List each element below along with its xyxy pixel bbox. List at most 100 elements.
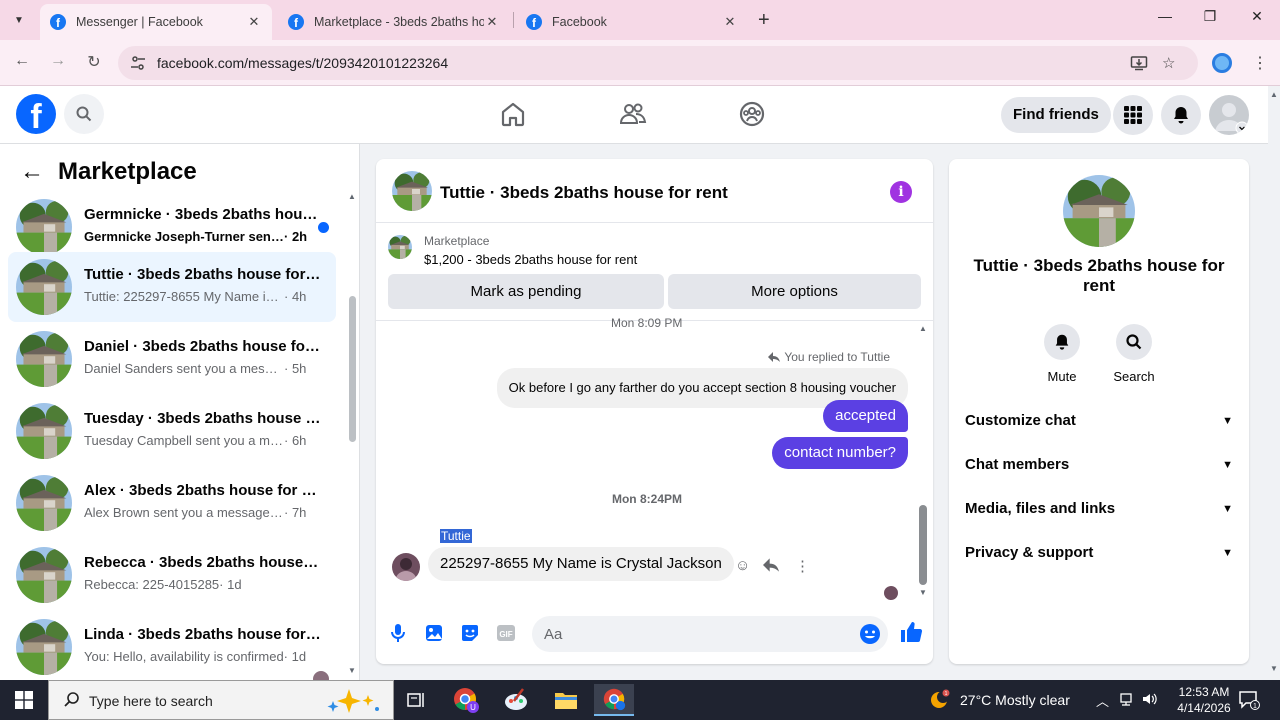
friends-icon[interactable] bbox=[619, 100, 647, 128]
snippet-time: · 1d bbox=[219, 577, 242, 592]
listing-price[interactable]: $1,200 - 3beds 2baths house for rent bbox=[424, 252, 637, 267]
install-app-icon[interactable] bbox=[1130, 54, 1148, 76]
scroll-up-icon[interactable]: ▲ bbox=[919, 324, 927, 333]
outgoing-message[interactable]: accepted bbox=[823, 400, 908, 432]
tab-messenger[interactable]: f Messenger | Facebook ✕ bbox=[40, 4, 272, 40]
tab-search-menu[interactable]: ▼ bbox=[8, 9, 30, 31]
close-tab-icon[interactable]: ✕ bbox=[722, 14, 738, 30]
tab-marketplace[interactable]: f Marketplace - 3beds 2baths ho ✕ bbox=[278, 4, 510, 40]
new-tab-button[interactable]: + bbox=[758, 10, 770, 30]
taskbar-search-box[interactable]: Type here to search bbox=[48, 680, 394, 720]
paint-app-icon[interactable] bbox=[496, 684, 536, 716]
privacy-support-section[interactable]: Privacy & support ▼ bbox=[965, 533, 1233, 573]
scroll-down-icon[interactable]: ▼ bbox=[919, 588, 927, 597]
extension-icon[interactable] bbox=[1212, 53, 1232, 73]
notifications-button[interactable] bbox=[1161, 95, 1201, 135]
message-input[interactable] bbox=[544, 616, 844, 652]
close-tab-icon[interactable]: ✕ bbox=[246, 14, 262, 30]
reload-button[interactable]: ↻ bbox=[83, 52, 105, 72]
search-facebook-button[interactable] bbox=[64, 94, 104, 134]
listing-thumbnail[interactable] bbox=[388, 235, 412, 259]
forward-button[interactable]: → bbox=[47, 52, 69, 70]
listing-thumbnail[interactable] bbox=[392, 171, 432, 211]
sticker-icon[interactable] bbox=[459, 622, 481, 644]
chat-header: Tuttie · 3beds 2baths house for rent i bbox=[376, 159, 933, 223]
chat-title[interactable]: Tuttie · 3beds 2baths house for rent bbox=[440, 183, 728, 203]
weather-icon[interactable]: 1 bbox=[928, 688, 952, 717]
file-explorer-icon[interactable] bbox=[546, 684, 586, 716]
gif-icon[interactable]: GIF bbox=[495, 622, 517, 644]
scroll-down-icon[interactable]: ▼ bbox=[348, 666, 356, 675]
start-button[interactable] bbox=[0, 680, 48, 720]
conversation-item[interactable]: Daniel · 3beds 2baths house for rent Dani… bbox=[8, 324, 336, 394]
conversation-item[interactable]: Tuttie · 3beds 2baths house for rent Tutt… bbox=[8, 252, 336, 322]
notification-center-icon[interactable]: 1 bbox=[1238, 690, 1260, 715]
show-hidden-icons-icon[interactable]: ︿ bbox=[1096, 691, 1109, 710]
menu-grid-button[interactable] bbox=[1113, 95, 1153, 135]
conversation-item[interactable]: Linda · 3beds 2baths house for rent You: … bbox=[8, 612, 336, 687]
mark-as-pending-button[interactable]: Mark as pending bbox=[388, 274, 664, 309]
message-more-icon[interactable]: ⋮ bbox=[795, 557, 810, 575]
site-settings-icon[interactable] bbox=[130, 55, 146, 74]
browser-menu-icon[interactable]: ⋮ bbox=[1252, 53, 1268, 73]
react-smiley-icon[interactable]: ☺ bbox=[735, 557, 750, 574]
home-icon[interactable] bbox=[499, 100, 527, 128]
tab-facebook[interactable]: f Facebook ✕ bbox=[516, 4, 748, 40]
groups-icon[interactable] bbox=[738, 100, 766, 128]
media-files-links-section[interactable]: Media, files and links ▼ bbox=[965, 489, 1233, 529]
account-avatar-button[interactable] bbox=[1209, 95, 1249, 135]
scroll-up-icon[interactable]: ▲ bbox=[348, 192, 356, 201]
back-button[interactable]: ← bbox=[11, 52, 33, 70]
sidebar-scrollbar[interactable]: ▲ ▼ bbox=[346, 192, 358, 678]
more-options-button[interactable]: More options bbox=[668, 274, 921, 309]
reply-icon[interactable] bbox=[763, 557, 779, 577]
search-in-chat-button[interactable]: Search bbox=[1104, 324, 1164, 384]
message-timestamp: Mon 8:24PM bbox=[611, 492, 682, 506]
network-icon[interactable] bbox=[1118, 691, 1134, 710]
minimize-button[interactable]: — bbox=[1153, 8, 1177, 24]
customize-chat-section[interactable]: Customize chat ▼ bbox=[965, 401, 1233, 441]
bookmark-star-icon[interactable]: ☆ bbox=[1162, 54, 1175, 72]
close-tab-icon[interactable]: ✕ bbox=[484, 14, 500, 30]
listing-profile-image[interactable] bbox=[1063, 175, 1135, 247]
scrollbar-thumb[interactable] bbox=[919, 505, 927, 585]
close-window-button[interactable]: ✕ bbox=[1245, 8, 1269, 25]
conversation-item[interactable]: Rebecca · 3beds 2baths house for rent Reb… bbox=[8, 540, 336, 610]
chat-scrollbar[interactable]: ▲ ▼ bbox=[916, 322, 930, 603]
conversation-snippet: Daniel Sanders sent you a message about … bbox=[84, 361, 320, 376]
thumbs-up-icon[interactable] bbox=[899, 620, 923, 643]
task-view-icon[interactable] bbox=[396, 684, 436, 716]
chrome-profile-icon[interactable]: U bbox=[446, 684, 486, 716]
outgoing-message[interactable]: contact number? bbox=[772, 437, 908, 469]
sender-avatar[interactable] bbox=[392, 553, 420, 581]
photo-icon[interactable] bbox=[423, 622, 445, 644]
conversation-item[interactable]: Alex · 3beds 2baths house for rent Alex B… bbox=[8, 468, 336, 538]
message-input-box[interactable] bbox=[532, 616, 888, 652]
emoji-icon[interactable] bbox=[859, 623, 881, 650]
profile-avatar-icon bbox=[1215, 103, 1249, 135]
listing-thumbnail bbox=[16, 199, 72, 255]
find-friends-button[interactable]: Find friends bbox=[1001, 97, 1111, 133]
conversation-item[interactable]: Tuesday · 3beds 2baths house for rent Tue… bbox=[8, 396, 336, 466]
mute-button[interactable]: Mute bbox=[1032, 324, 1092, 384]
reply-indicator-label: You replied to Tuttie bbox=[784, 350, 890, 364]
incoming-message[interactable]: 225297-8655 My Name is Crystal Jackson bbox=[428, 547, 734, 581]
svg-text:U: U bbox=[470, 703, 476, 712]
info-icon[interactable]: i bbox=[890, 181, 912, 203]
microphone-icon[interactable] bbox=[387, 622, 409, 644]
address-bar[interactable]: facebook.com/messages/t/2093420101223264… bbox=[118, 46, 1198, 80]
scroll-down-icon[interactable]: ▼ bbox=[1270, 664, 1278, 673]
scroll-up-icon[interactable]: ▲ bbox=[1270, 90, 1278, 99]
scrollbar-thumb[interactable] bbox=[349, 296, 356, 442]
weather-text[interactable]: 27°C Mostly clear bbox=[960, 692, 1070, 708]
facebook-logo[interactable]: f bbox=[16, 94, 56, 134]
browser-toolbar: ← → ↻ facebook.com/messages/t/2093420101… bbox=[0, 40, 1280, 86]
chrome-active-icon[interactable] bbox=[594, 684, 634, 716]
restore-button[interactable]: ❐ bbox=[1198, 8, 1222, 25]
taskbar-clock[interactable]: 12:53 AM 4/14/2026 bbox=[1172, 684, 1236, 716]
page-scrollbar[interactable]: ▲ ▼ bbox=[1268, 86, 1280, 680]
volume-icon[interactable] bbox=[1141, 691, 1157, 710]
snippet-time: · 5h bbox=[284, 361, 307, 376]
back-arrow-icon[interactable]: ← bbox=[20, 158, 44, 186]
chat-members-section[interactable]: Chat members ▼ bbox=[965, 445, 1233, 485]
